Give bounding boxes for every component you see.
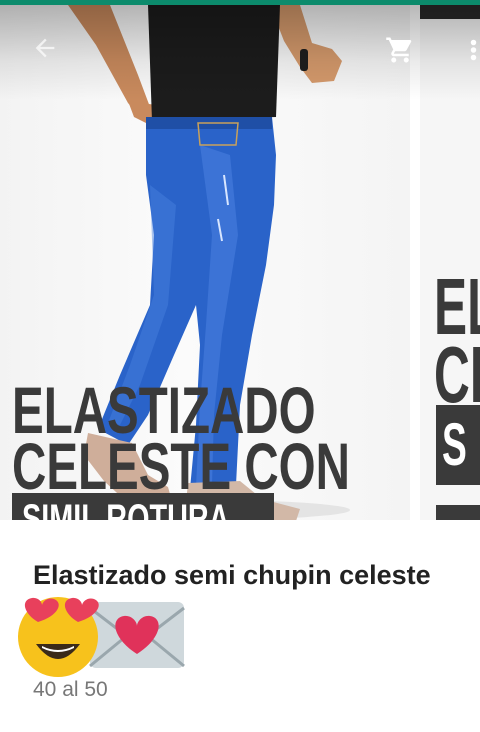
product-image-2[interactable]: EL CI S — [420, 5, 480, 520]
arrow-back-icon — [35, 38, 55, 58]
image-caption-line3: SIMIL ROTURA — [22, 497, 230, 520]
image-2-top-bar — [420, 5, 480, 19]
product-image-carousel[interactable]: ELASTIZADO CELESTE CON SIMIL ROTURA EL C… — [0, 5, 480, 520]
more-vert-icon — [470, 39, 477, 61]
back-button[interactable] — [25, 28, 65, 68]
product-title: Elastizado semi chupin celeste — [33, 560, 431, 590]
heart-eyes-emoji — [18, 597, 99, 677]
product-sizes: 40 al 50 — [33, 678, 108, 701]
more-options-button[interactable] — [462, 30, 480, 70]
shopping-cart-icon — [386, 37, 412, 63]
product-emoji-row — [16, 596, 196, 678]
product-image-1[interactable]: ELASTIZADO CELESTE CON SIMIL ROTURA — [0, 5, 410, 520]
love-letter-emoji — [89, 602, 185, 668]
cart-button[interactable] — [380, 30, 420, 70]
image-2-bottom-bar — [436, 505, 480, 520]
image-caption-band: SIMIL ROTURA — [12, 493, 274, 520]
image-caption-line2: CELESTE CON — [12, 429, 350, 503]
image-2-caption-line3: S — [442, 411, 467, 478]
image-2-caption-line2: CI — [434, 330, 480, 419]
